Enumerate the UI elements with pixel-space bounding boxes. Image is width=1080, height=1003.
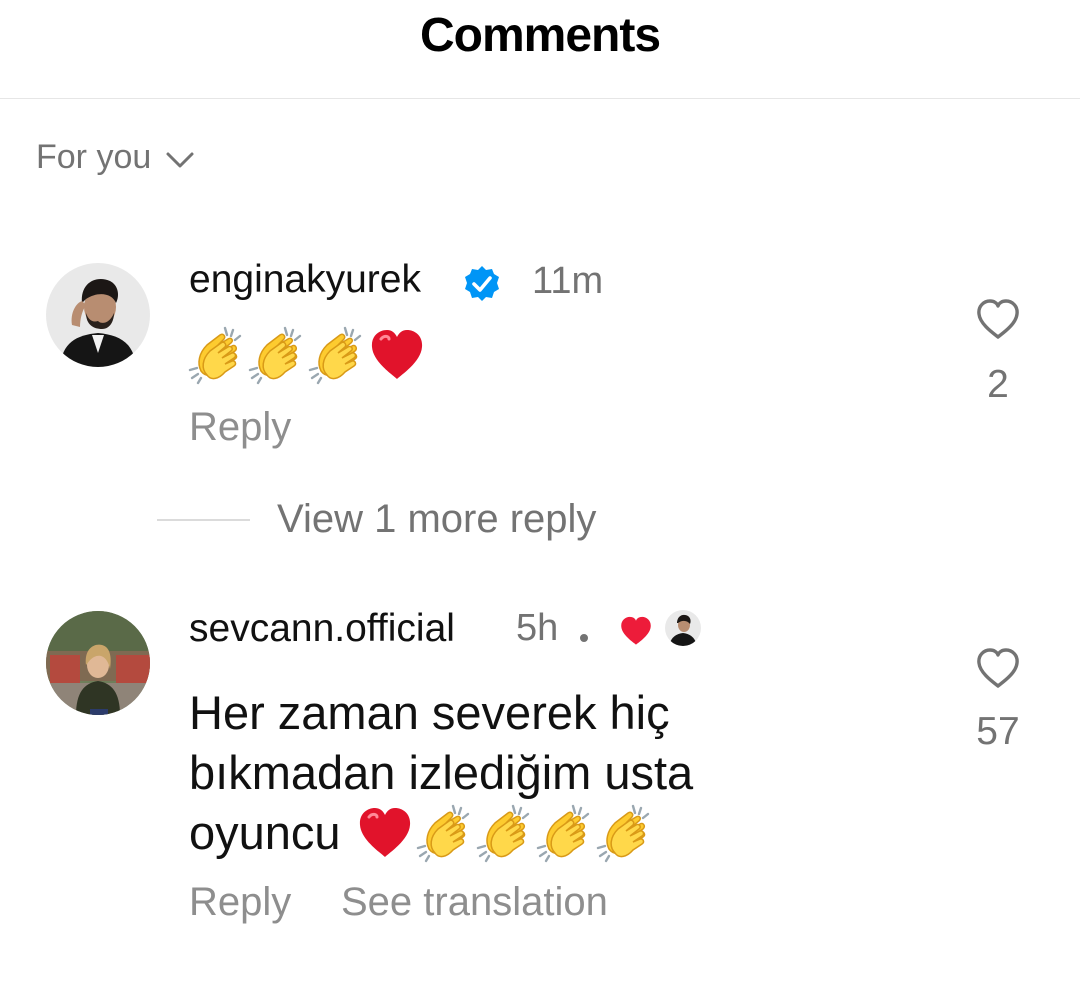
like-heart-icon[interactable] [974,645,1022,693]
avatar[interactable] [46,611,150,715]
comment-timestamp: 11m [532,260,604,302]
verified-badge-icon [465,266,499,301]
comment-text [187,325,427,385]
comment-text: Her zaman severek hiç bıkmadan izlediğim… [189,683,693,863]
like-heart-icon[interactable] [974,296,1022,344]
sort-label: For you [36,138,152,176]
clapping-hands-icon [535,803,595,863]
comment-text-line: oyuncu [189,803,693,863]
clapping-hands-icon [307,325,367,385]
clapping-hands-icon [595,803,655,863]
comment-text-line: Her zaman severek hiç [189,686,670,739]
creator-liked-heart-icon [621,616,651,645]
clapping-hands-icon [475,803,535,863]
clapping-hands-icon [187,325,247,385]
chevron-down-icon [166,152,194,167]
red-heart-icon [367,325,427,385]
clapping-hands-icon [415,803,475,863]
comment-username[interactable]: sevcann.official [189,607,455,651]
like-count: 2 [987,363,1009,406]
comment-username[interactable]: enginakyurek [189,258,421,302]
comments-header: Comments [0,0,1080,99]
creator-avatar [665,610,701,646]
comment-text-line: bıkmadan izlediğim usta [189,746,694,799]
sort-dropdown[interactable]: For you [36,138,195,177]
reply-button[interactable]: Reply [189,880,291,925]
comment-timestamp: 5h [516,607,559,649]
like-count: 57 [976,710,1020,753]
avatar[interactable] [46,263,150,367]
red-heart-icon [355,803,415,863]
view-replies-button[interactable]: View 1 more reply [277,497,596,542]
separator-dot [580,634,588,642]
reply-button[interactable]: Reply [189,405,291,450]
clapping-hands-icon [247,325,307,385]
view-replies-divider [157,519,250,521]
see-translation-button[interactable]: See translation [341,880,608,925]
page-title: Comments [419,9,661,62]
